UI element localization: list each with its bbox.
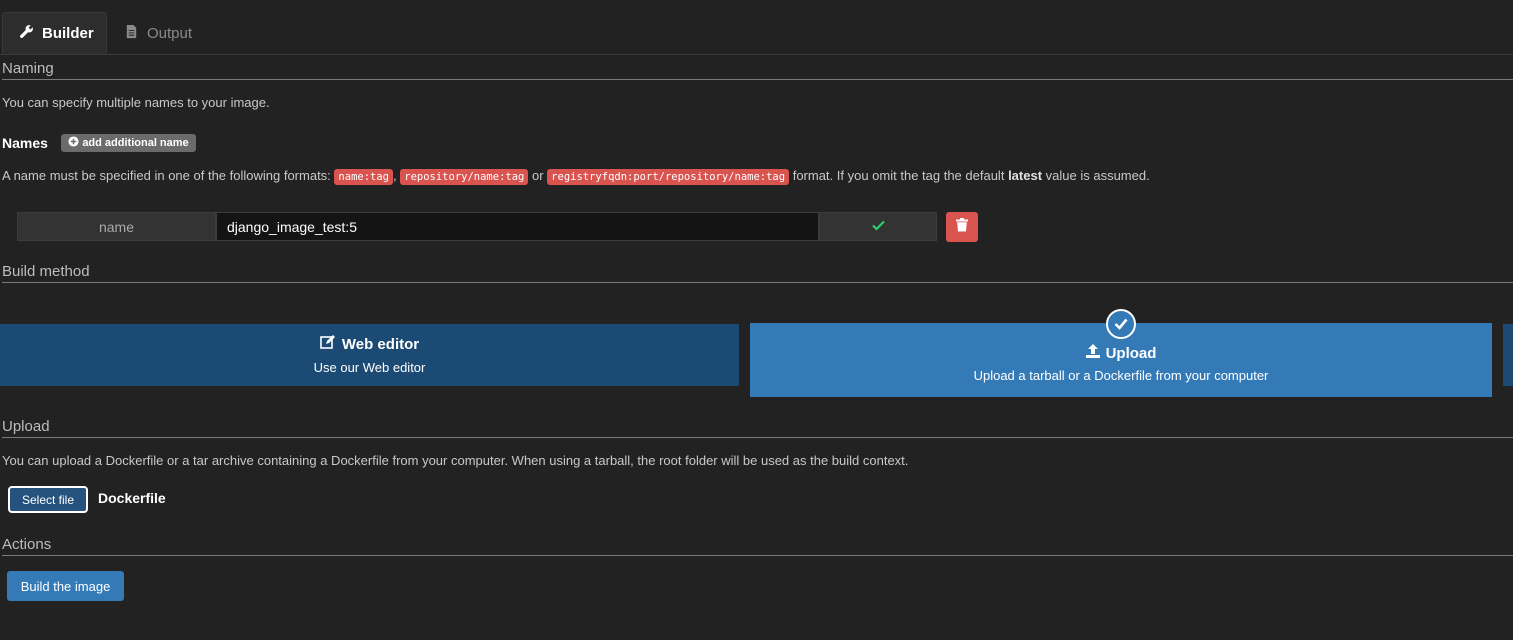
format-sep-2: or <box>531 168 544 183</box>
build-image-button[interactable]: Build the image <box>7 571 124 601</box>
names-label: Names <box>2 135 48 151</box>
add-name-label: add additional name <box>82 137 189 149</box>
format-sep-1: , <box>393 168 397 183</box>
tab-output-label: Output <box>147 24 193 42</box>
build-method-next-card-edge[interactable] <box>1503 324 1513 386</box>
format-suffix-2: value is assumed. <box>1045 168 1150 183</box>
name-input[interactable]: django_image_test:5 <box>216 212 819 241</box>
tab-builder[interactable]: Builder <box>2 12 107 54</box>
select-file-button[interactable]: Select file <box>8 486 88 513</box>
web-editor-title: Web editor <box>341 336 420 353</box>
build-method-section-title: Build method <box>2 263 1513 283</box>
format-prefix: A name must be specified in one of the f… <box>2 168 331 183</box>
remove-name-button[interactable] <box>946 212 978 242</box>
web-editor-desc: Use our Web editor <box>313 360 426 375</box>
wrench-icon <box>19 24 34 43</box>
actions-section-title: Actions <box>2 536 1513 556</box>
tab-output[interactable]: Output <box>108 12 208 54</box>
format-latest: latest <box>1008 168 1043 183</box>
name-valid-indicator <box>819 212 937 241</box>
selected-file-name: Dockerfile <box>98 490 166 506</box>
format-registry-repo-name-tag: registryfqdn:port/repository/name:tag <box>547 169 790 185</box>
name-input-row: name django_image_test:5 <box>17 212 937 241</box>
format-suffix-1: format. If you omit the tag the default <box>792 168 1005 183</box>
add-name-button[interactable]: add additional name <box>61 134 196 152</box>
selected-check-badge-icon <box>1106 309 1136 339</box>
edit-icon <box>320 335 336 354</box>
check-icon <box>871 218 885 236</box>
build-method-web-editor[interactable]: Web editor Use our Web editor <box>0 324 739 386</box>
plus-circle-icon <box>68 136 79 150</box>
file-icon <box>124 24 139 43</box>
upload-section-title: Upload <box>2 418 1513 438</box>
upload-description: You can upload a Dockerfile or a tar arc… <box>2 453 909 468</box>
upload-desc: Upload a tarball or a Dockerfile from yo… <box>973 368 1269 383</box>
naming-description: You can specify multiple names to your i… <box>2 95 270 110</box>
tab-bar: Builder Output <box>0 0 1513 55</box>
upload-title: Upload <box>1105 344 1157 362</box>
format-repo-name-tag: repository/name:tag <box>400 169 529 185</box>
tab-builder-label: Builder <box>42 25 94 42</box>
trash-icon <box>956 217 968 237</box>
format-name-tag: name:tag <box>334 169 393 185</box>
naming-section-title: Naming <box>2 60 1513 80</box>
name-format-hint: A name must be specified in one of the f… <box>2 168 1150 185</box>
name-addon-label: name <box>17 212 216 241</box>
upload-icon <box>1085 344 1100 362</box>
